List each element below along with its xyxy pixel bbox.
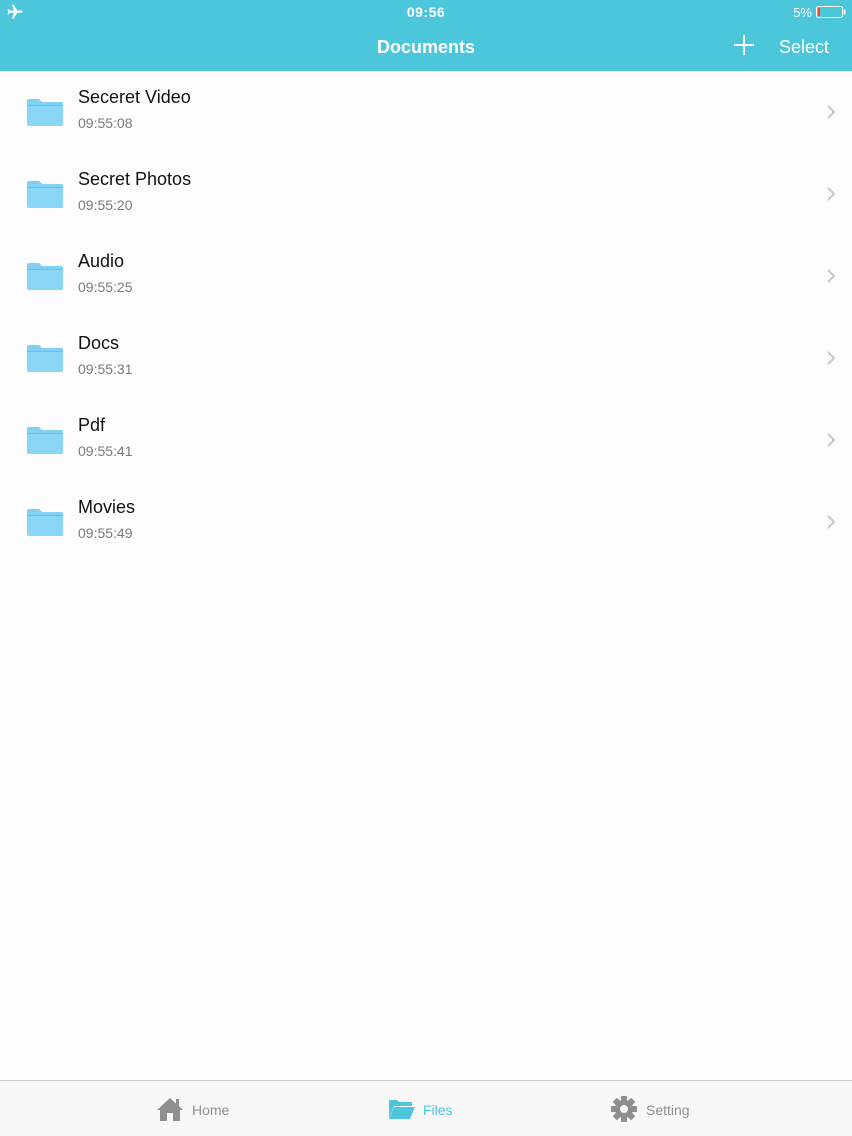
chevron-right-icon: [827, 515, 836, 529]
folder-name: Docs: [78, 333, 120, 353]
folder-icon: [27, 181, 63, 208]
folder-name: Movies: [78, 497, 136, 517]
folder-icon: [27, 345, 63, 372]
list-item[interactable]: Docs 09:55:31: [0, 317, 852, 399]
chevron-right-icon: [827, 269, 836, 283]
folder-time: 09:55:41: [78, 443, 133, 459]
tab-home[interactable]: Home: [156, 1081, 256, 1136]
tab-bar: Home Files Setting: [0, 1080, 852, 1136]
folder-icon: [27, 263, 63, 290]
chevron-right-icon: [827, 105, 836, 119]
list-item[interactable]: Pdf 09:55:41: [0, 399, 852, 481]
folder-name: Secret Photos: [78, 169, 192, 189]
folder-time: 09:55:08: [78, 115, 133, 131]
home-icon: [157, 1098, 183, 1121]
folder-name: Audio: [78, 251, 125, 271]
app-root: 09:56 5% Documents Select Seceret Video …: [0, 0, 852, 1136]
chevron-right-icon: [827, 433, 836, 447]
list-item[interactable]: Seceret Video 09:55:08: [0, 71, 852, 153]
list-item[interactable]: Movies 09:55:49: [0, 481, 852, 563]
tab-home-label: Home: [192, 1102, 230, 1118]
folder-time: 09:55:20: [78, 197, 133, 213]
select-button[interactable]: Select: [779, 37, 829, 58]
chevron-right-icon: [827, 351, 836, 365]
folder-time: 09:55:25: [78, 279, 133, 295]
list-item[interactable]: Secret Photos 09:55:20: [0, 153, 852, 235]
folder-icon: [27, 427, 63, 454]
chevron-right-icon: [827, 187, 836, 201]
tab-setting[interactable]: Setting: [610, 1081, 710, 1136]
tab-setting-label: Setting: [646, 1102, 690, 1118]
tab-files-label: Files: [423, 1102, 453, 1118]
battery-low-icon: [816, 6, 846, 18]
top-bar: 09:56 5% Documents Select: [0, 0, 852, 71]
tab-files[interactable]: Files: [388, 1081, 468, 1136]
status-time: 09:56: [406, 4, 446, 20]
folder-time: 09:55:31: [78, 361, 133, 377]
folder-list: Seceret Video 09:55:08 Secret Photos 09:…: [0, 71, 852, 563]
folder-icon: [27, 99, 63, 126]
gear-icon: [611, 1096, 637, 1122]
plus-icon[interactable]: [733, 34, 755, 56]
status-bar: 09:56 5%: [0, 0, 852, 24]
battery-percent: 5%: [793, 5, 812, 20]
folder-name: Pdf: [78, 415, 106, 435]
page-title: Documents: [376, 37, 475, 57]
folder-open-icon: [389, 1100, 415, 1119]
list-item[interactable]: Audio 09:55:25: [0, 235, 852, 317]
folder-time: 09:55:49: [78, 525, 133, 541]
folder-icon: [27, 509, 63, 536]
folder-name: Seceret Video: [78, 87, 191, 107]
